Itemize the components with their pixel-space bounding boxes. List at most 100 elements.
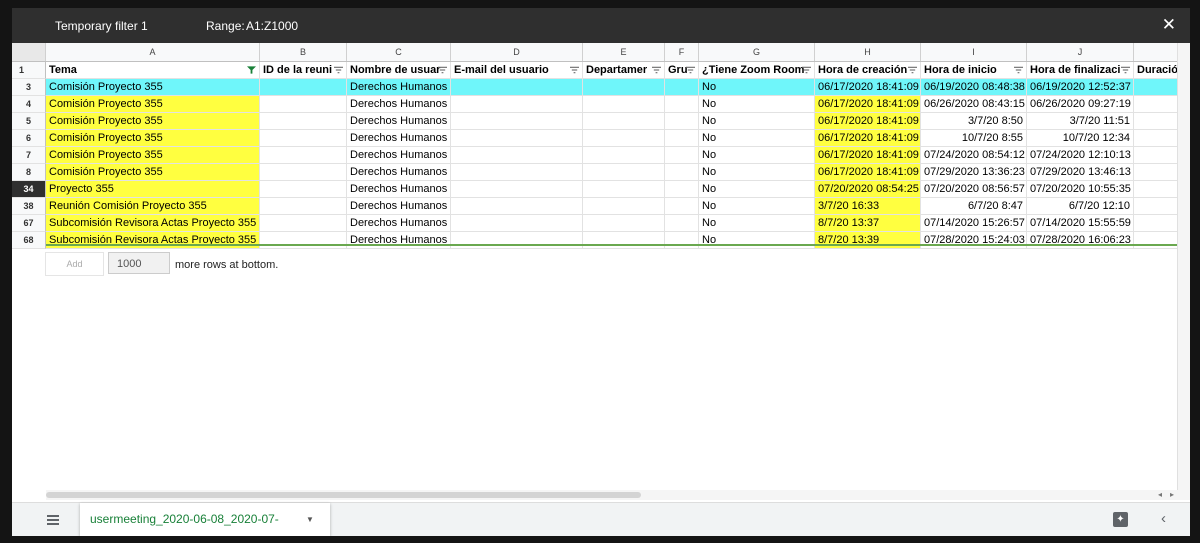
table-cell[interactable]: 07/28/2020 16:06:23 [1027,232,1134,249]
table-cell[interactable]: Subcomisión Revisora Actas Proyecto 355 [46,215,260,232]
horizontal-scrollbar-thumb[interactable] [46,492,641,498]
filter-icon[interactable] [652,66,661,74]
filter-icon[interactable] [908,66,917,74]
table-cell[interactable] [665,181,699,198]
table-cell[interactable]: 06/19/2020 12:52:37 [1027,79,1134,96]
table-cell[interactable]: 06/17/2020 18:41:09 [815,130,921,147]
row-number[interactable]: 34 [12,181,46,198]
filter-icon[interactable] [570,66,579,74]
row-number[interactable]: 6 [12,130,46,147]
table-cell[interactable] [451,147,583,164]
table-cell[interactable]: No [699,181,815,198]
row-number[interactable]: 68 [12,232,46,249]
filter-name[interactable]: Temporary filter 1 [55,19,148,33]
table-cell[interactable] [665,113,699,130]
table-cell[interactable]: Reunión Comisión Proyecto 355 [46,198,260,215]
row-number[interactable]: 7 [12,147,46,164]
column-header-f[interactable]: F [665,43,699,61]
table-cell[interactable] [260,198,347,215]
table-cell[interactable]: 07/29/2020 13:36:23 [921,164,1027,181]
table-cell[interactable] [583,164,665,181]
column-header-g[interactable]: G [699,43,815,61]
row-number[interactable]: 8 [12,164,46,181]
table-cell[interactable]: 3/7/20 11:51 [1027,113,1134,130]
filter-icon[interactable] [686,66,695,74]
column-header-j[interactable]: J [1027,43,1134,61]
table-cell[interactable] [260,232,347,249]
add-rows-button[interactable]: Add [45,252,104,276]
table-cell[interactable]: 06/26/2020 09:27:19 [1027,96,1134,113]
table-cell[interactable] [583,96,665,113]
table-cell[interactable]: 6/7/20 12:10 [1027,198,1134,215]
table-cell[interactable] [260,164,347,181]
row-number[interactable]: 3 [12,79,46,96]
table-cell[interactable]: Derechos Humanos [347,79,451,96]
table-cell[interactable] [665,130,699,147]
table-cell[interactable]: 3/7/20 8:50 [921,113,1027,130]
row-number[interactable]: 1 [12,62,46,79]
table-cell[interactable]: 07/14/2020 15:26:57 [921,215,1027,232]
row-number[interactable]: 38 [12,198,46,215]
table-cell[interactable]: 10/7/20 8:55 [921,130,1027,147]
table-cell[interactable]: Comisión Proyecto 355 [46,79,260,96]
header-cell[interactable]: E-mail del usuario [451,62,583,79]
table-cell[interactable]: 07/20/2020 10:55:35 [1027,181,1134,198]
table-cell[interactable]: No [699,79,815,96]
table-cell[interactable]: No [699,113,815,130]
column-header-a[interactable]: A [46,43,260,61]
table-cell[interactable]: 06/17/2020 18:41:09 [815,113,921,130]
header-cell[interactable]: Hora de inicio [921,62,1027,79]
table-cell[interactable]: No [699,130,815,147]
vertical-scrollbar[interactable] [1177,43,1190,494]
column-header-b[interactable]: B [260,43,347,61]
table-cell[interactable]: No [699,232,815,249]
add-rows-count-input[interactable]: 1000 [108,252,170,274]
table-cell[interactable] [665,96,699,113]
table-cell[interactable] [451,198,583,215]
filter-icon[interactable] [438,66,447,74]
table-cell[interactable]: 3/7/20 16:33 [815,198,921,215]
table-cell[interactable] [451,232,583,249]
table-cell[interactable] [665,164,699,181]
table-cell[interactable]: Comisión Proyecto 355 [46,130,260,147]
table-cell[interactable] [260,215,347,232]
header-cell[interactable]: Hora de creación [815,62,921,79]
table-cell[interactable] [451,181,583,198]
table-cell[interactable] [665,215,699,232]
table-cell[interactable]: Subcomisión Revisora Actas Proyecto 355 [46,232,260,249]
table-cell[interactable] [665,232,699,249]
table-cell[interactable]: Comisión Proyecto 355 [46,96,260,113]
table-cell[interactable] [451,215,583,232]
header-cell[interactable]: ID de la reuni [260,62,347,79]
table-cell[interactable]: No [699,215,815,232]
table-cell[interactable] [665,198,699,215]
table-cell[interactable]: 07/24/2020 08:54:12 [921,147,1027,164]
table-cell[interactable]: 8/7/20 13:39 [815,232,921,249]
column-header-h[interactable]: H [815,43,921,61]
table-cell[interactable]: Derechos Humanos [347,96,451,113]
table-cell[interactable] [583,198,665,215]
table-cell[interactable] [451,164,583,181]
table-cell[interactable] [665,79,699,96]
table-cell[interactable]: Derechos Humanos [347,198,451,215]
table-cell[interactable] [583,181,665,198]
table-cell[interactable] [583,215,665,232]
table-cell[interactable]: Comisión Proyecto 355 [46,164,260,181]
table-cell[interactable]: Derechos Humanos [347,215,451,232]
table-cell[interactable] [583,232,665,249]
table-cell[interactable]: 06/17/2020 18:41:09 [815,164,921,181]
table-cell[interactable]: Derechos Humanos [347,181,451,198]
table-cell[interactable] [260,79,347,96]
table-cell[interactable]: Derechos Humanos [347,147,451,164]
table-cell[interactable]: 07/24/2020 12:10:13 [1027,147,1134,164]
table-cell[interactable]: 07/29/2020 13:46:13 [1027,164,1134,181]
table-cell[interactable]: No [699,147,815,164]
explore-icon[interactable]: ✦ [1113,512,1128,527]
filter-icon[interactable] [1014,66,1023,74]
table-cell[interactable] [583,79,665,96]
table-cell[interactable]: 8/7/20 13:37 [815,215,921,232]
table-cell[interactable]: No [699,96,815,113]
table-cell[interactable]: 07/20/2020 08:56:57 [921,181,1027,198]
filter-icon[interactable] [334,66,343,74]
row-number[interactable]: 5 [12,113,46,130]
